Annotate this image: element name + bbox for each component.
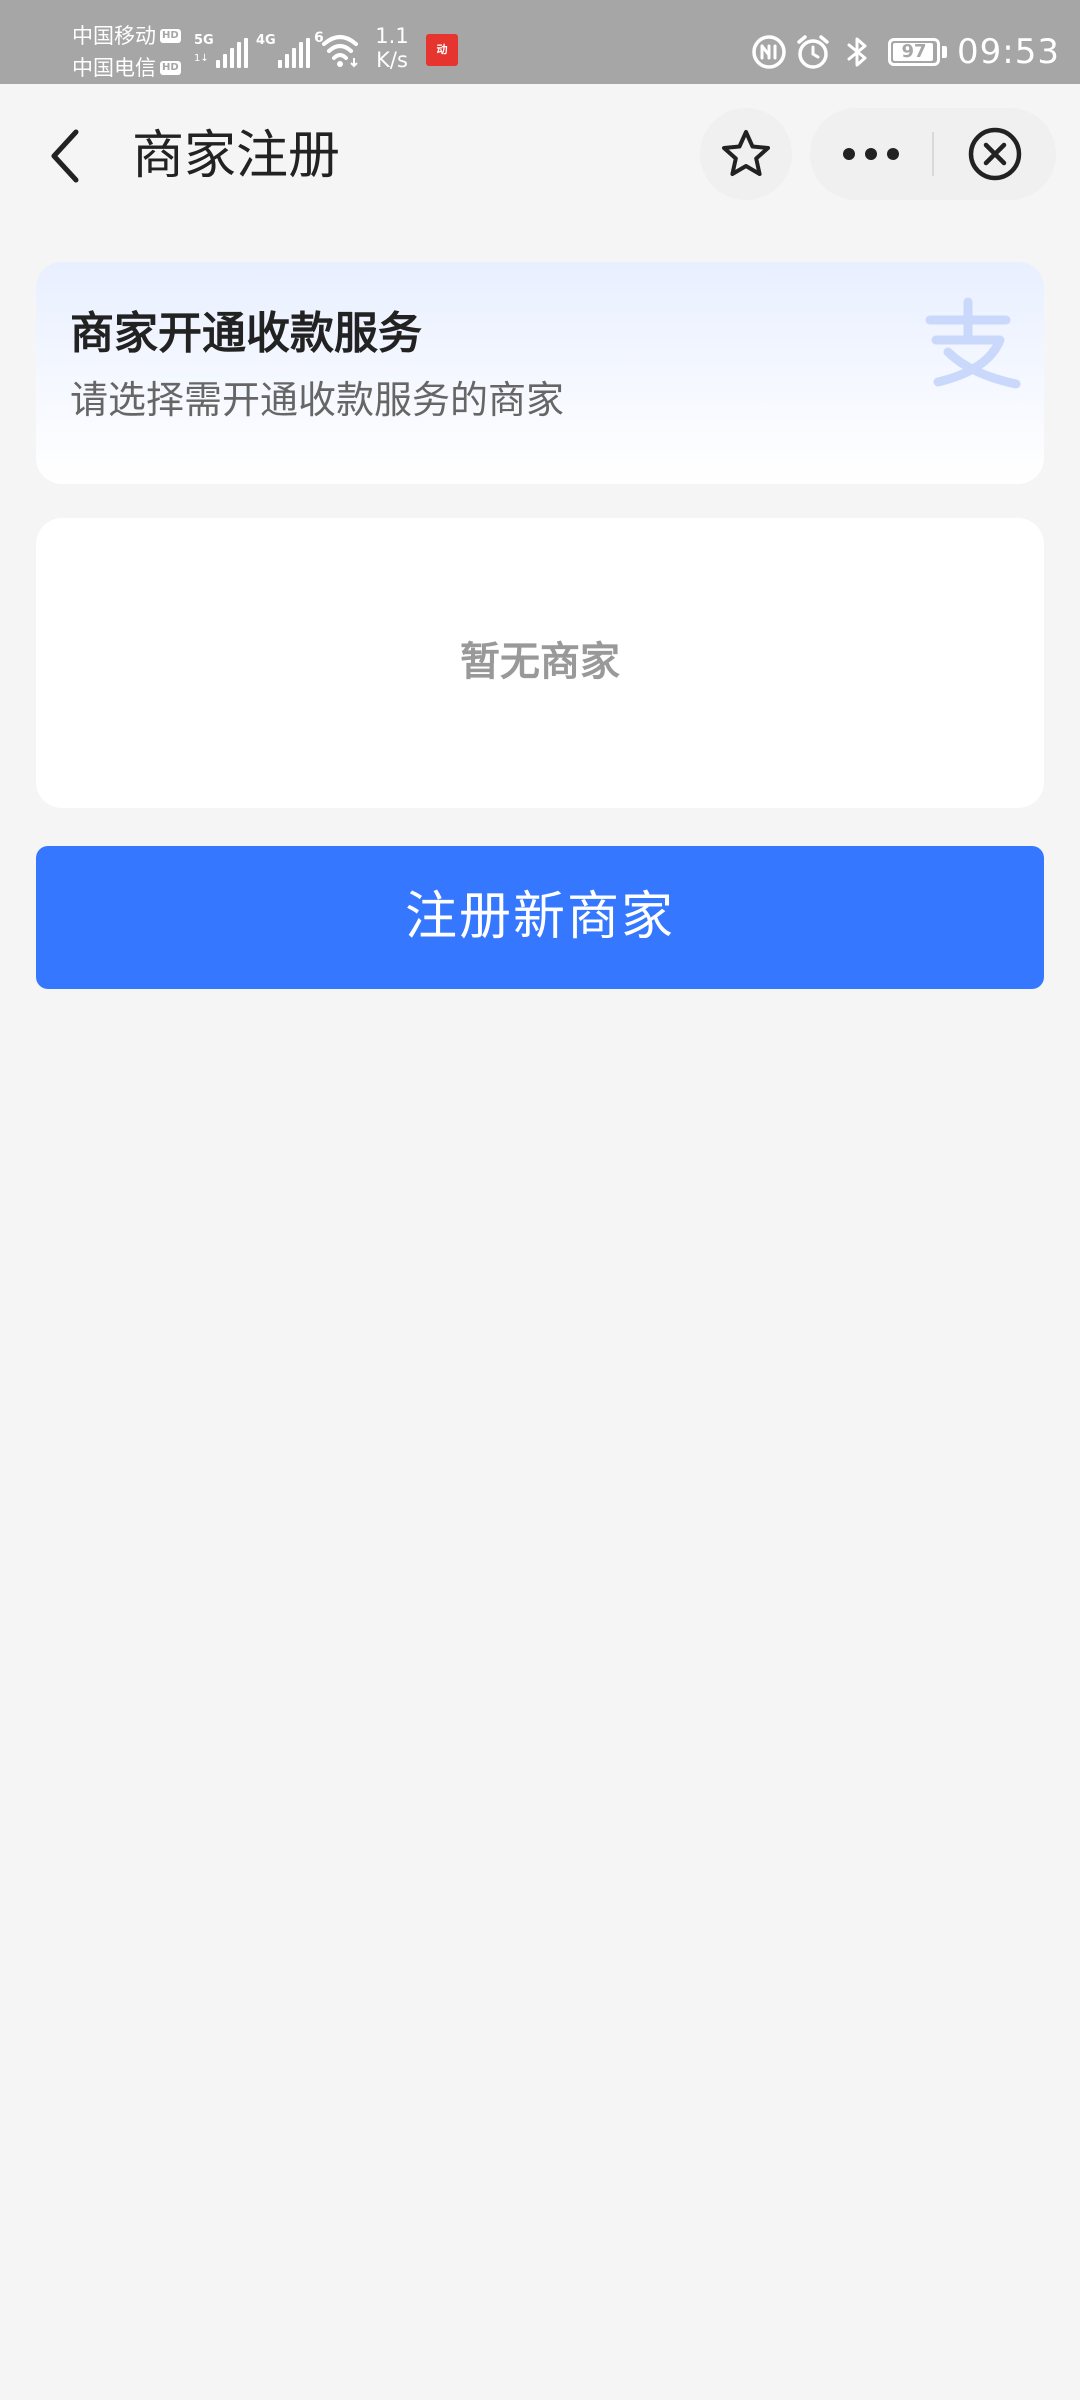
- status-time: 09:53: [957, 32, 1060, 72]
- app-notification-icon: 动: [426, 34, 458, 66]
- wifi-band-label: 6: [314, 30, 324, 46]
- sim2-network-type: 4G: [256, 33, 276, 48]
- mini-program-capsule: [810, 108, 1056, 200]
- carrier-2-label: 中国电信: [72, 56, 156, 80]
- more-button[interactable]: [810, 108, 932, 200]
- close-circle-icon: [968, 127, 1022, 181]
- star-icon: [722, 130, 770, 176]
- sim1-signal: 5G 1↓: [194, 26, 254, 70]
- title-bar: 商家注册: [0, 84, 1080, 228]
- empty-state-text: 暂无商家: [460, 639, 620, 685]
- network-speed: 1.1 K/s: [370, 24, 414, 72]
- nfc-icon: [752, 35, 786, 69]
- bluetooth-icon: [847, 37, 867, 67]
- sim1-network-type: 5G: [194, 33, 214, 48]
- register-new-merchant-button[interactable]: 注册新商家: [36, 846, 1044, 989]
- chevron-left-icon: [51, 129, 79, 183]
- status-bar: 中国移动 HD 中国电信 HD 5G 1↓ 4G 6 1.1 K/s 动 97 …: [0, 0, 1080, 84]
- battery-icon: 97: [888, 38, 941, 66]
- network-speed-unit: K/s: [376, 48, 408, 72]
- carrier-1-label: 中国移动: [72, 24, 156, 48]
- banner-title: 商家开通收款服务: [70, 308, 422, 359]
- close-button[interactable]: [934, 108, 1056, 200]
- more-dots-icon: [843, 148, 899, 160]
- banner-subtitle: 请选择需开通收款服务的商家: [70, 378, 565, 422]
- status-icons: 97 09:53: [744, 26, 1060, 78]
- carrier-info: 中国移动 HD 中国电信 HD: [72, 20, 192, 84]
- favorite-button[interactable]: [700, 108, 792, 200]
- sim2-signal: 4G: [256, 26, 316, 70]
- signal-bars-icon: [216, 38, 248, 68]
- battery-level: 97: [901, 41, 927, 62]
- hd-badge: HD: [160, 61, 181, 75]
- merchant-list-card: 暂无商家: [36, 518, 1044, 808]
- alipay-logo-icon: [925, 297, 1021, 389]
- back-button[interactable]: [36, 120, 96, 192]
- alarm-icon: [797, 35, 829, 69]
- hd-badge: HD: [160, 29, 181, 43]
- page-title: 商家注册: [132, 126, 341, 186]
- signal-bars-icon: [278, 38, 310, 68]
- intro-banner: 商家开通收款服务 请选择需开通收款服务的商家: [36, 262, 1044, 484]
- network-speed-value: 1.1: [375, 24, 409, 48]
- wifi-icon: 6: [314, 30, 362, 70]
- sim1-data-indicator: 1↓: [194, 53, 209, 64]
